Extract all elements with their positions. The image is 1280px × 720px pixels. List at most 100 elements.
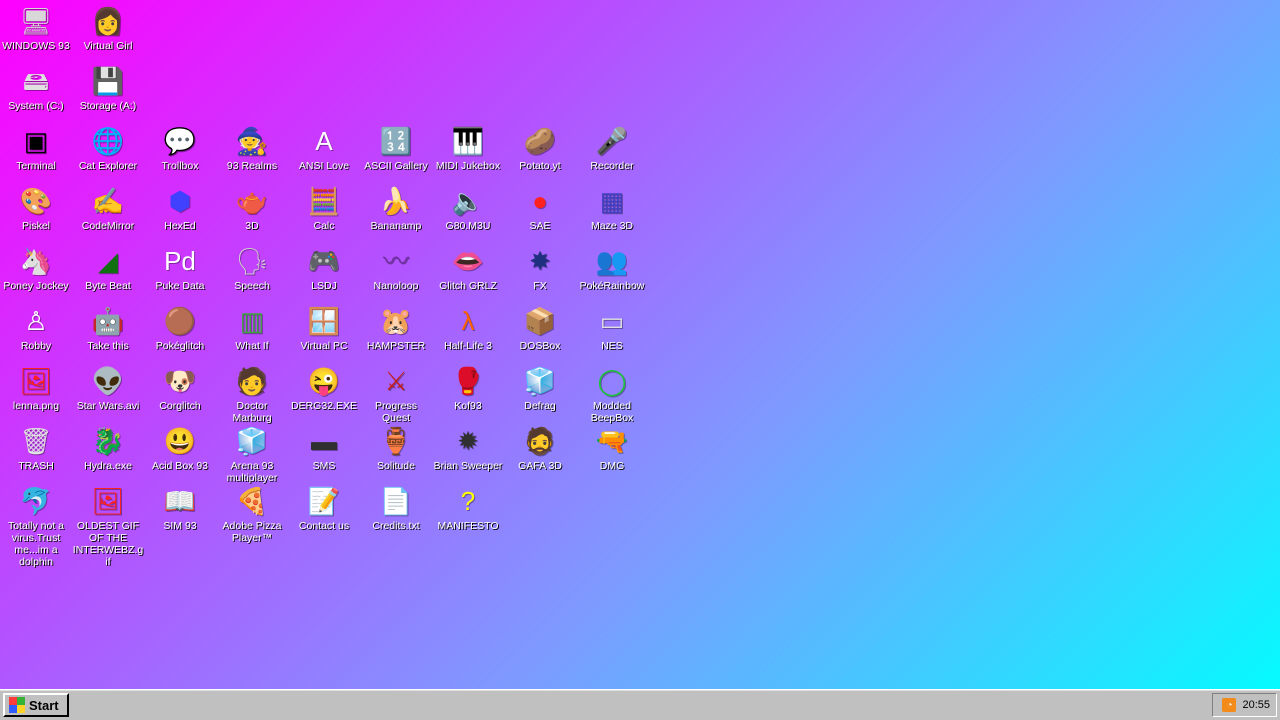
desktop-icon-brian-sweeper[interactable]: ✹ Brian Sweeper (432, 424, 504, 472)
desktop-icon-label: Speech (234, 280, 270, 292)
desktop-icon-adobe-pizza-player[interactable]: 🍕 Adobe Pizza Player™ (216, 484, 288, 544)
desktop-icon-star-wars-avi[interactable]: 👽 Star Wars.avi (72, 364, 144, 412)
nes-icon: ▭ (599, 306, 625, 336)
desktop-icon-label: Brian Sweeper (433, 460, 503, 472)
desktop-icon-hexed[interactable]: ⬢ HexEd (144, 184, 216, 232)
desktop-icon-speech[interactable]: 🗣 Speech (216, 244, 288, 292)
virtual-girl-icon: 👩 (91, 6, 125, 36)
desktop-icon-midi-jukebox[interactable]: 🎹 MIDI Jukebox (432, 124, 504, 172)
desktop-icon-arena-93-multiplayer[interactable]: 🧊 Arena 93 multiplayer (216, 424, 288, 484)
desktop-icon-label: Modded BeepBox (590, 400, 634, 424)
desktop-icon-calc[interactable]: 🧮 Calc (288, 184, 360, 232)
desktop-icon-nanoloop[interactable]: 〰 Nanoloop (360, 244, 432, 292)
desktop-icon-label: CodeMirror (81, 220, 135, 232)
desktop-icon-windows93[interactable]: 🖥 WINDOWS 93 (0, 4, 72, 52)
rss-feed-icon[interactable]: ◔ (1222, 698, 1237, 712)
desktop-icon-take-this[interactable]: 🤖 Take this (72, 304, 144, 352)
desktop-icon-pokerainbow[interactable]: 👥 PokéRainbow (576, 244, 648, 292)
desktop-icon-gafa-3d[interactable]: 🧔 GAFA 3D (504, 424, 576, 472)
desktop-icon-label: DMG (599, 460, 625, 472)
desktop-icon-label: Kof93 (454, 400, 482, 412)
desktop-icon-ansi-love[interactable]: A ANSI Love (288, 124, 360, 172)
desktop-icon-ascii-gallery[interactable]: 🔢 ASCII Gallery (360, 124, 432, 172)
desktop-icon-half-life-3[interactable]: λ Half-Life 3 (432, 304, 504, 352)
acid-box-93-icon: 😃 (163, 426, 197, 456)
desktop-icon-lsdj[interactable]: 🎮 LSDJ (288, 244, 360, 292)
desktop-icon-system-c[interactable]: 🖴 System (C:) (0, 64, 72, 112)
glitch-grlz-icon: 👄 (451, 246, 485, 276)
desktop-icon-trollbox[interactable]: 💬 Trollbox (144, 124, 216, 172)
desktop-icon-acid-box-93[interactable]: 😃 Acid Box 93 (144, 424, 216, 472)
desktop-icon-solitude[interactable]: 🏺 Solitude (360, 424, 432, 472)
desktop-icon-modded-beepbox[interactable]: ◯ Modded BeepBox (576, 364, 648, 424)
desktop-icon-terminal[interactable]: ▣ Terminal (0, 124, 72, 172)
desktop-icon-hydra-exe[interactable]: 🐉 Hydra.exe (72, 424, 144, 472)
93-realms-icon: 🧙 (235, 126, 269, 156)
sae-icon: ● (532, 186, 548, 216)
desktop-icon-label: MIDI Jukebox (435, 160, 501, 172)
desktop-icon-kof93[interactable]: 🥊 Kof93 (432, 364, 504, 412)
desktop-icon-oldest-gif[interactable]: 🖼 OLDEST GIF OF THE INTERWEBZ.gif (72, 484, 144, 568)
desktop-icon-dmg[interactable]: 🔫 DMG (576, 424, 648, 472)
desktop-icon-label: ANSI Love (298, 160, 350, 172)
ascii-gallery-icon: 🔢 (379, 126, 413, 156)
desktop-icon-puke-data[interactable]: Pd Puke Data (144, 244, 216, 292)
desktop-icon-corglitch[interactable]: 🐶 Corglitch (144, 364, 216, 412)
desktop-icon-label: Maze 3D (590, 220, 633, 232)
desktop-icon-fx[interactable]: ✸ FX (504, 244, 576, 292)
desktop-icon-virtual-pc[interactable]: 🪟 Virtual PC (288, 304, 360, 352)
desktop: 🖥 WINDOWS 93 👩 Virtual Girl 🖴 System (C:) 💾 Sto… (0, 0, 1280, 690)
desktop-icon-trash[interactable]: 🗑 TRASH (0, 424, 72, 472)
desktop-icon-progress-quest[interactable]: ⚔ Progress Quest (360, 364, 432, 424)
desktop-icon-sms[interactable]: ▬ SMS (288, 424, 360, 472)
desktop-icon-doctor-marburg[interactable]: 🧑 Doctor Marburg (216, 364, 288, 424)
desktop-icon-glitch-grlz[interactable]: 👄 Glitch GRLZ (432, 244, 504, 292)
desktop-icon-defrag[interactable]: 🧊 Defrag (504, 364, 576, 412)
desktop-icon-3d[interactable]: 🫖 3D (216, 184, 288, 232)
desktop-icon-byte-beat[interactable]: ◢ Byte Beat (72, 244, 144, 292)
half-life-3-icon: λ (461, 306, 475, 336)
desktop-icon-label: Virtual Girl (83, 40, 133, 52)
oldest-gif-icon: 🖼 (91, 486, 125, 516)
desktop-icon-piskel[interactable]: 🎨 Piskel (0, 184, 72, 232)
desktop-icon-codemirror[interactable]: ✍ CodeMirror (72, 184, 144, 232)
desktop-icon-credits-txt[interactable]: 📄 Credits.txt (360, 484, 432, 532)
desktop-icon-hampster[interactable]: 🐹 HAMPSTER (360, 304, 432, 352)
desktop-icon-derg32-exe[interactable]: 😜 DERG32.EXE (288, 364, 360, 412)
desktop-icon-label: Piskel (21, 220, 50, 232)
desktop-icon-label: What If (235, 340, 269, 352)
desktop-icon-potato-yt[interactable]: 🥔 Potato.yt (504, 124, 576, 172)
desktop-icon-lenna-png[interactable]: 🖼 lenna.png (0, 364, 72, 412)
desktop-icon-label: SAE (529, 220, 551, 232)
desktop-icon-contact-us[interactable]: 📝 Contact us (288, 484, 360, 532)
start-button[interactable]: Start (3, 693, 69, 717)
desktop-icon-label: SIM 93 (163, 520, 197, 532)
desktop-icon-dolphin[interactable]: 🐬 Totally not a virus.Trust me...im a dol… (0, 484, 72, 568)
desktop-icon-label: PokéRainbow (579, 280, 645, 292)
desktop-icon-manifesto[interactable]: ? MANIFESTO (432, 484, 504, 532)
desktop-icon-label: NES (601, 340, 623, 352)
desktop-icon-label: MANIFESTO (437, 520, 499, 532)
pokerainbow-icon: 👥 (595, 246, 629, 276)
gafa-3d-icon: 🧔 (523, 426, 557, 456)
desktop-icon-cat-explorer[interactable]: 🌐 Cat Explorer (72, 124, 144, 172)
desktop-icon-recorder[interactable]: 🎤 Recorder (576, 124, 648, 172)
desktop-icon-virtual-girl[interactable]: 👩 Virtual Girl (72, 4, 144, 52)
pokeglitch-icon: 🟤 (163, 306, 197, 336)
desktop-icon-maze-3d[interactable]: ▦ Maze 3D (576, 184, 648, 232)
desktop-icon-bananamp[interactable]: 🍌 Bananamp (360, 184, 432, 232)
desktop-icon-robby[interactable]: ♙ Robby (0, 304, 72, 352)
desktop-icon-sae[interactable]: ● SAE (504, 184, 576, 232)
desktop-icon-g80-m3u[interactable]: 🔈 G80.M3U (432, 184, 504, 232)
lsdj-icon: 🎮 (307, 246, 341, 276)
desktop-icon-storage-a[interactable]: 💾 Storage (A:) (72, 64, 144, 112)
desktop-icon-what-if[interactable]: ▥ What If (216, 304, 288, 352)
desktop-icon-label: Storage (A:) (79, 100, 137, 112)
desktop-icon-dosbox[interactable]: 📦 DOSBox (504, 304, 576, 352)
desktop-icon-pokeglitch[interactable]: 🟤 Pokéglitch (144, 304, 216, 352)
desktop-icon-sim-93[interactable]: 📖 SIM 93 (144, 484, 216, 532)
desktop-icon-93-realms[interactable]: 🧙 93 Realms (216, 124, 288, 172)
desktop-icon-nes[interactable]: ▭ NES (576, 304, 648, 352)
desktop-icon-label: Corglitch (159, 400, 201, 412)
desktop-icon-poney-jockey[interactable]: 🦄 Poney Jockey (0, 244, 72, 292)
